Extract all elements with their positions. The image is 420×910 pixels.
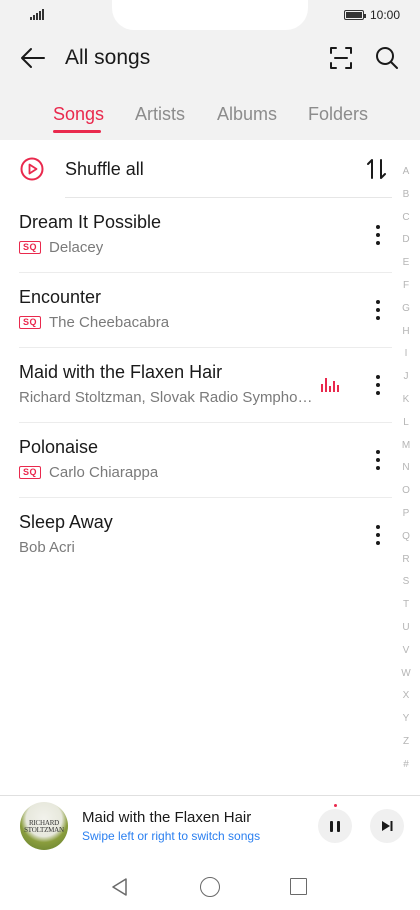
tab-artists[interactable]: Artists <box>135 104 185 125</box>
now-playing-hint: Swipe left or right to switch songs <box>82 829 261 843</box>
tab-songs[interactable]: Songs <box>53 104 104 125</box>
album-art-text: RICHARD STOLTZMAN <box>24 819 64 834</box>
now-playing-title: Maid with the Flaxen Hair <box>82 809 252 826</box>
song-title: Dream It Possible <box>19 212 162 232</box>
alphabet-index-letter[interactable]: G <box>396 298 416 321</box>
nav-recent-apps-icon[interactable] <box>290 878 307 895</box>
tab-albums[interactable]: Albums <box>217 104 277 125</box>
sq-badge: SQ <box>19 316 42 329</box>
alphabet-index-letter[interactable]: K <box>396 389 416 412</box>
song-subtitle: SQ Carlo Chiarappa <box>19 464 158 481</box>
tab-bar: Songs Artists Albums Folders <box>0 102 420 140</box>
song-artist: The Cheebacabra <box>49 314 170 331</box>
album-art[interactable]: RICHARD STOLTZMAN <box>20 802 68 850</box>
song-item[interactable]: Sleep Away Bob Acri <box>0 498 400 573</box>
alphabet-index-letter[interactable]: Q <box>396 526 416 549</box>
song-title: Sleep Away <box>19 512 113 532</box>
system-nav-bar <box>0 862 420 910</box>
alphabet-index-letter[interactable]: Y <box>396 708 416 731</box>
next-button[interactable] <box>370 809 404 843</box>
nav-home-icon[interactable] <box>200 877 220 897</box>
song-subtitle: Bob Acri <box>19 539 75 556</box>
alphabet-index-letter[interactable]: E <box>396 252 416 275</box>
song-subtitle: Richard Stoltzman, Slovak Radio Symphon… <box>19 389 314 406</box>
alphabet-index-letter[interactable]: M <box>396 435 416 458</box>
alphabet-index[interactable]: A B C D E F G H I J K L M N O P Q R S T U V W X Y Z # <box>396 161 416 777</box>
alphabet-index-letter[interactable]: F <box>396 275 416 298</box>
page-title: All songs <box>65 46 151 69</box>
pause-button[interactable] <box>318 809 352 843</box>
now-playing-bar[interactable]: RICHARD STOLTZMAN Maid with the Flaxen H… <box>0 795 420 857</box>
alphabet-index-letter[interactable]: I <box>396 343 416 366</box>
signal-icon <box>30 9 44 20</box>
play-circle-icon <box>20 157 44 181</box>
sort-arrows-icon[interactable] <box>364 156 390 182</box>
alphabet-index-letter[interactable]: N <box>396 457 416 480</box>
song-subtitle: SQ Delacey <box>19 239 103 256</box>
song-artist: Bob Acri <box>19 539 75 556</box>
song-title: Encounter <box>19 287 102 307</box>
scan-button[interactable] <box>326 44 356 72</box>
tab-folders[interactable]: Folders <box>308 104 368 125</box>
song-item[interactable]: Dream It Possible SQ Delacey <box>0 198 400 273</box>
app-header: All songs Songs Artists Albums Folders <box>0 30 420 140</box>
battery-icon <box>344 10 366 20</box>
song-item[interactable]: Polonaise SQ Carlo Chiarappa <box>0 423 400 498</box>
sq-badge: SQ <box>19 241 42 254</box>
pause-icon <box>330 820 333 832</box>
alphabet-index-letter[interactable]: S <box>396 571 416 594</box>
alphabet-index-letter[interactable]: T <box>396 594 416 617</box>
alphabet-index-letter[interactable]: A <box>396 161 416 184</box>
song-title: Maid with the Flaxen Hair <box>19 362 223 382</box>
song-artist: Delacey <box>49 239 104 256</box>
song-title: Polonaise <box>19 437 99 457</box>
status-time: 10:00 <box>370 8 401 22</box>
now-playing-icon <box>321 376 341 392</box>
alphabet-index-letter[interactable]: D <box>396 229 416 252</box>
scan-icon <box>330 47 352 69</box>
shuffle-all-row[interactable]: Shuffle all <box>0 140 392 198</box>
song-item-playing[interactable]: Maid with the Flaxen Hair Richard Stoltz… <box>0 348 400 423</box>
sq-badge: SQ <box>19 466 42 479</box>
song-artist: Richard Stoltzman, Slovak Radio Symphon… <box>19 389 314 406</box>
skip-next-icon <box>382 821 393 831</box>
alphabet-index-letter[interactable]: X <box>396 685 416 708</box>
alphabet-index-letter[interactable]: B <box>396 184 416 207</box>
status-bar: 10:00 <box>0 0 420 30</box>
alphabet-index-letter[interactable]: C <box>396 207 416 230</box>
more-options-button[interactable] <box>366 447 390 473</box>
camera-notch <box>112 0 308 30</box>
more-options-button[interactable] <box>366 522 390 548</box>
alphabet-index-letter[interactable]: R <box>396 549 416 572</box>
alphabet-index-letter[interactable]: # <box>396 754 416 777</box>
more-options-button[interactable] <box>366 222 390 248</box>
alphabet-index-letter[interactable]: U <box>396 617 416 640</box>
more-options-button[interactable] <box>366 372 390 398</box>
alphabet-index-letter[interactable]: V <box>396 640 416 663</box>
song-artist: Carlo Chiarappa <box>49 464 159 481</box>
shuffle-all-label: Shuffle all <box>65 159 144 179</box>
song-subtitle: SQ The Cheebacabra <box>19 314 169 331</box>
alphabet-index-letter[interactable]: J <box>396 366 416 389</box>
alphabet-index-letter[interactable]: P <box>396 503 416 526</box>
more-options-button[interactable] <box>366 297 390 323</box>
alphabet-index-letter[interactable]: H <box>396 321 416 344</box>
song-item[interactable]: Encounter SQ The Cheebacabra <box>0 273 400 348</box>
nav-back-icon[interactable] <box>110 877 130 897</box>
progress-indicator <box>334 804 337 807</box>
active-tab-indicator <box>53 130 101 133</box>
alphabet-index-letter[interactable]: L <box>396 412 416 435</box>
alphabet-index-letter[interactable]: O <box>396 480 416 503</box>
search-button[interactable] <box>372 44 402 72</box>
back-button[interactable] <box>18 44 48 72</box>
arrow-left-icon <box>21 48 45 68</box>
search-icon <box>376 47 398 69</box>
alphabet-index-letter[interactable]: Z <box>396 731 416 754</box>
alphabet-index-letter[interactable]: W <box>396 663 416 686</box>
